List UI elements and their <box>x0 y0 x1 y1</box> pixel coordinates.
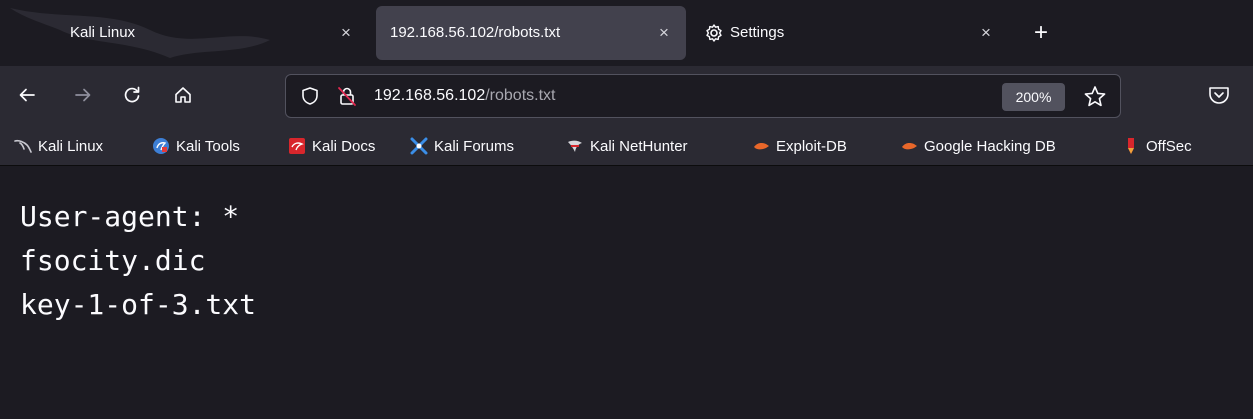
kali-tools-icon <box>153 138 169 154</box>
bookmark-label: Kali Docs <box>312 137 376 155</box>
tab-kali-linux[interactable]: Kali Linux × <box>56 6 368 60</box>
bookmark-label: Kali NetHunter <box>590 137 688 155</box>
robots-line-key-1-of-3: key-1-of-3.txt <box>20 288 257 321</box>
navigation-toolbar: 192.168.56.102/robots.txt 200% <box>0 66 1253 126</box>
home-icon <box>175 87 191 103</box>
offsec-icon <box>1128 138 1134 154</box>
bookmark-star-icon[interactable] <box>1082 84 1108 110</box>
close-tab-icon[interactable]: × <box>336 23 356 43</box>
tracking-protection-shield-icon[interactable] <box>300 86 320 106</box>
gear-icon <box>706 24 722 42</box>
close-tab-icon[interactable]: × <box>654 23 674 43</box>
ghdb-icon <box>902 143 917 150</box>
robots-line-user-agent: User-agent: * <box>20 200 240 233</box>
reload-button[interactable] <box>117 80 147 110</box>
bookmark-offsec[interactable]: OffSec <box>1122 126 1192 166</box>
kali-docs-icon <box>289 138 305 154</box>
robots-txt-text: User-agent: * fsocity.dic key-1-of-3.txt <box>20 195 256 327</box>
bookmark-label: Kali Linux <box>38 137 104 155</box>
exploit-db-icon <box>754 143 769 150</box>
bookmark-kali-forums[interactable]: Kali Forums <box>410 126 514 166</box>
tab-title: Kali Linux <box>70 24 136 41</box>
kali-dragon-icon <box>14 139 32 153</box>
reload-icon <box>124 86 140 103</box>
bookmark-kali-tools[interactable]: Kali Tools <box>152 126 240 166</box>
zoom-level-button[interactable]: 200% <box>1002 83 1065 111</box>
kali-nethunter-icon <box>568 140 582 152</box>
url-path: /robots.txt <box>485 87 556 104</box>
url-host: 192.168.56.102 <box>374 87 486 104</box>
forward-button[interactable] <box>68 80 98 110</box>
kali-forums-icon <box>410 137 428 155</box>
bookmark-kali-nethunter[interactable]: Kali NetHunter <box>566 126 688 166</box>
pocket-icon[interactable] <box>1206 82 1232 108</box>
bookmark-label: Exploit-DB <box>776 137 847 155</box>
url-bar[interactable]: 192.168.56.102/robots.txt 200% <box>285 74 1121 118</box>
bookmark-google-hacking-db[interactable]: Google Hacking DB <box>900 126 1056 166</box>
arrow-left-icon <box>19 88 35 102</box>
back-button[interactable] <box>12 80 42 110</box>
tab-title: 192.168.56.102/robots.txt <box>390 24 561 41</box>
page-content: User-agent: * fsocity.dic key-1-of-3.txt <box>0 167 1253 419</box>
bookmark-label: Kali Tools <box>176 137 240 155</box>
home-button[interactable] <box>168 80 198 110</box>
arrow-right-icon <box>75 88 91 102</box>
robots-line-fsocity-dic: fsocity.dic <box>20 244 206 277</box>
bookmark-label: OffSec <box>1146 137 1192 155</box>
bookmark-kali-docs[interactable]: Kali Docs <box>288 126 375 166</box>
bookmark-kali-linux[interactable]: Kali Linux <box>14 126 103 166</box>
insecure-lock-icon[interactable] <box>336 85 358 107</box>
url-text[interactable]: 192.168.56.102/robots.txt <box>374 75 555 117</box>
tab-title: Settings <box>730 24 785 41</box>
tab-robots-txt[interactable]: 192.168.56.102/robots.txt × <box>376 6 686 60</box>
bookmark-exploit-db[interactable]: Exploit-DB <box>752 126 847 166</box>
bookmark-label: Google Hacking DB <box>924 137 1056 155</box>
tab-strip: Kali Linux × 192.168.56.102/robots.txt ×… <box>0 0 1253 66</box>
bookmark-label: Kali Forums <box>434 137 515 155</box>
bookmarks-toolbar: Kali Linux Kali Tools Kali Docs Kali For… <box>0 126 1253 166</box>
new-tab-button[interactable]: + <box>1028 21 1054 48</box>
close-tab-icon[interactable]: × <box>976 23 996 43</box>
tab-settings[interactable]: Settings × <box>696 6 1008 60</box>
